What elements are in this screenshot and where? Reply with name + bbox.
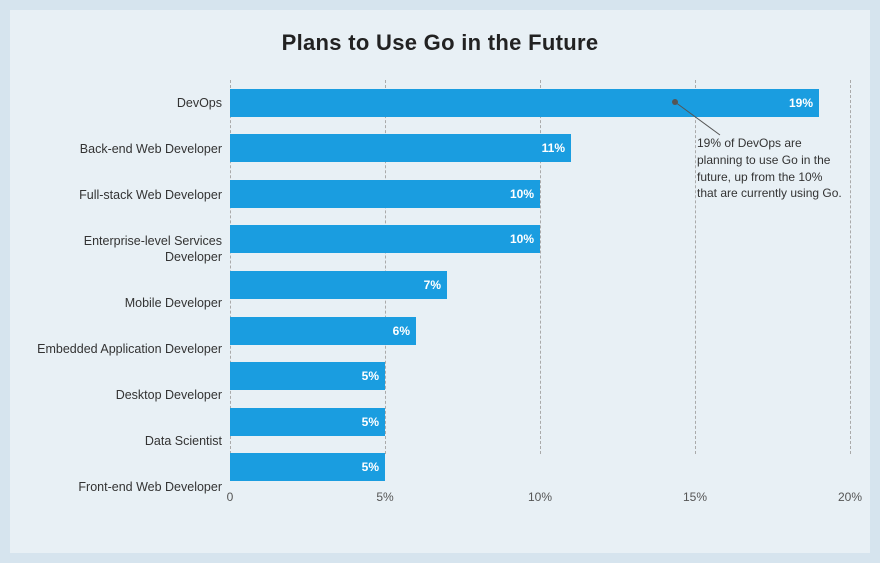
bar: 11%	[230, 134, 571, 162]
bar: 6%	[230, 317, 416, 345]
bar-label-text: Back-end Web Developer	[30, 141, 222, 157]
bar-row: 7%	[230, 267, 850, 303]
bar-label-text: Enterprise-level Services Developer	[30, 233, 222, 266]
bar-row: 6%	[230, 313, 850, 349]
bar-value-label: 5%	[362, 369, 379, 383]
bar-label-text: Front-end Web Developer	[30, 479, 222, 495]
bar: 5%	[230, 408, 385, 436]
bar-value-label: 7%	[424, 278, 441, 292]
bar-label-text: Desktop Developer	[30, 387, 222, 403]
x-axis-label: 20%	[838, 490, 862, 504]
chart-container: Plans to Use Go in the Future DevOps Back…	[10, 10, 870, 553]
bar-value-label: 11%	[542, 141, 565, 155]
bar-row: 10%	[230, 221, 850, 257]
bar-row: 5%	[230, 449, 850, 485]
bar-label-text: Full-stack Web Developer	[30, 187, 222, 203]
bar-value-label: 10%	[510, 232, 534, 246]
x-axis-label: 0	[227, 490, 234, 504]
bar-value-label: 10%	[510, 187, 534, 201]
bar: 10%	[230, 180, 540, 208]
bar-value-label: 5%	[362, 460, 379, 474]
chart-area: DevOps Back-end Web Developer Full-stack W…	[30, 80, 850, 510]
chart-title: Plans to Use Go in the Future	[30, 30, 850, 56]
bar-value-label: 5%	[362, 415, 379, 429]
grid-line	[850, 80, 851, 454]
annotation: 19% of DevOps are planning to use Go in …	[697, 135, 842, 202]
x-axis-label: 10%	[528, 490, 552, 504]
bar: 7%	[230, 271, 447, 299]
labels-column: DevOps Back-end Web Developer Full-stack W…	[30, 80, 230, 510]
bar-value-label: 6%	[393, 324, 410, 338]
bar: 19%	[230, 89, 819, 117]
bar-row: 19%	[230, 85, 850, 121]
x-axis-label: 15%	[683, 490, 707, 504]
bar-label-text: Data Scientist	[30, 433, 222, 449]
bar-label-text: DevOps	[30, 95, 222, 111]
bar-label-text: Embedded Application Developer	[30, 341, 222, 357]
bar: 5%	[230, 453, 385, 481]
bar: 5%	[230, 362, 385, 390]
x-axis-label: 5%	[376, 490, 393, 504]
bar-row: 5%	[230, 358, 850, 394]
x-axis: 05%10%15%20%	[230, 490, 850, 510]
bar: 10%	[230, 225, 540, 253]
bar-row: 5%	[230, 404, 850, 440]
bar-label-text: Mobile Developer	[30, 295, 222, 311]
bar-value-label: 19%	[789, 96, 813, 110]
